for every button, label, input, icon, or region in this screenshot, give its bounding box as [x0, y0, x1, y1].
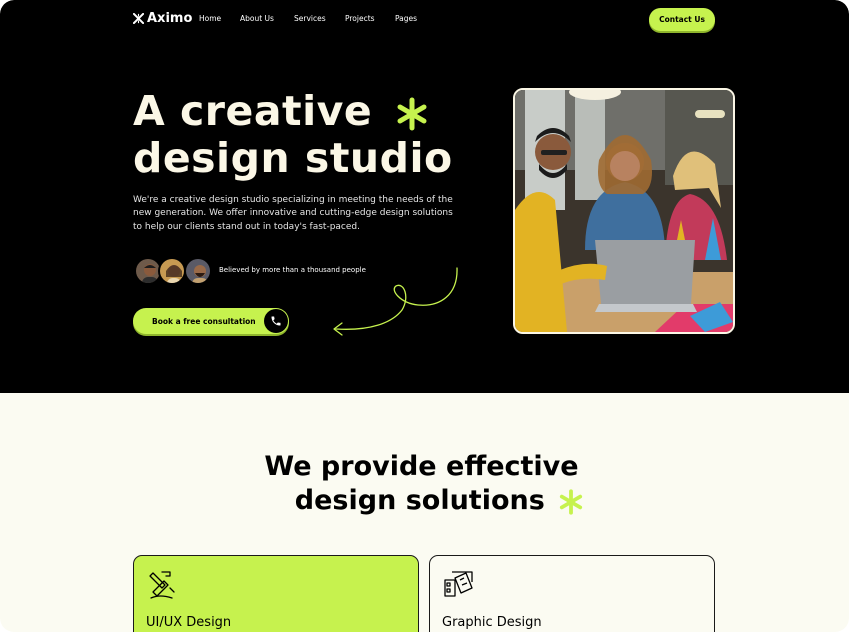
- nav-link-projects[interactable]: Projects: [345, 14, 375, 23]
- team-photo-illustration: [515, 90, 733, 332]
- asterisk-star-icon: [560, 488, 583, 515]
- contact-us-button[interactable]: Contact Us: [649, 8, 715, 31]
- service-card-title: Graphic Design: [442, 615, 542, 630]
- cta-label: Book a free consultation: [152, 316, 256, 326]
- services-heading-line2: design solutions: [294, 485, 545, 516]
- color-swatch-icon: [444, 571, 473, 597]
- avatar: [158, 257, 186, 285]
- services-heading: We provide effective design solutions: [0, 450, 849, 518]
- nav-link-services[interactable]: Services: [294, 14, 326, 23]
- hero-section: Aximo Home About Us Services Projects Pa…: [0, 0, 849, 393]
- brand-logo[interactable]: Aximo: [133, 11, 192, 26]
- services-heading-line2-wrap: design solutions: [30, 484, 849, 518]
- asterisk-star-icon: [397, 97, 427, 131]
- pen-tool-icon: [149, 571, 175, 599]
- hero-title-line2: design studio: [133, 134, 453, 182]
- top-navigation: Aximo Home About Us Services Projects Pa…: [133, 8, 715, 32]
- hero-photo: [513, 88, 735, 334]
- service-card-uiux[interactable]: UI/UX Design: [133, 555, 419, 632]
- landing-page: Aximo Home About Us Services Projects Pa…: [0, 0, 849, 632]
- avatar-group: [134, 257, 214, 285]
- hero-title: A creative design studio: [133, 88, 453, 182]
- service-card-graphic[interactable]: Graphic Design: [429, 555, 715, 632]
- service-card-title: UI/UX Design: [146, 615, 232, 630]
- brand-name: Aximo: [147, 11, 193, 26]
- nav-link-pages[interactable]: Pages: [395, 14, 417, 23]
- hero-title-line1: A creative: [133, 87, 373, 135]
- logo-mark-icon: [133, 13, 144, 24]
- book-consultation-button[interactable]: Book a free consultation: [133, 308, 289, 334]
- services-heading-line1: We provide effective: [264, 451, 579, 482]
- hero-description: We're a creative design studio specializ…: [133, 195, 453, 232]
- nav-link-home[interactable]: Home: [199, 14, 221, 23]
- nav-link-about[interactable]: About Us: [240, 14, 274, 23]
- avatar: [184, 257, 212, 285]
- curly-arrow-icon: [333, 267, 458, 336]
- phone-icon: [264, 309, 288, 333]
